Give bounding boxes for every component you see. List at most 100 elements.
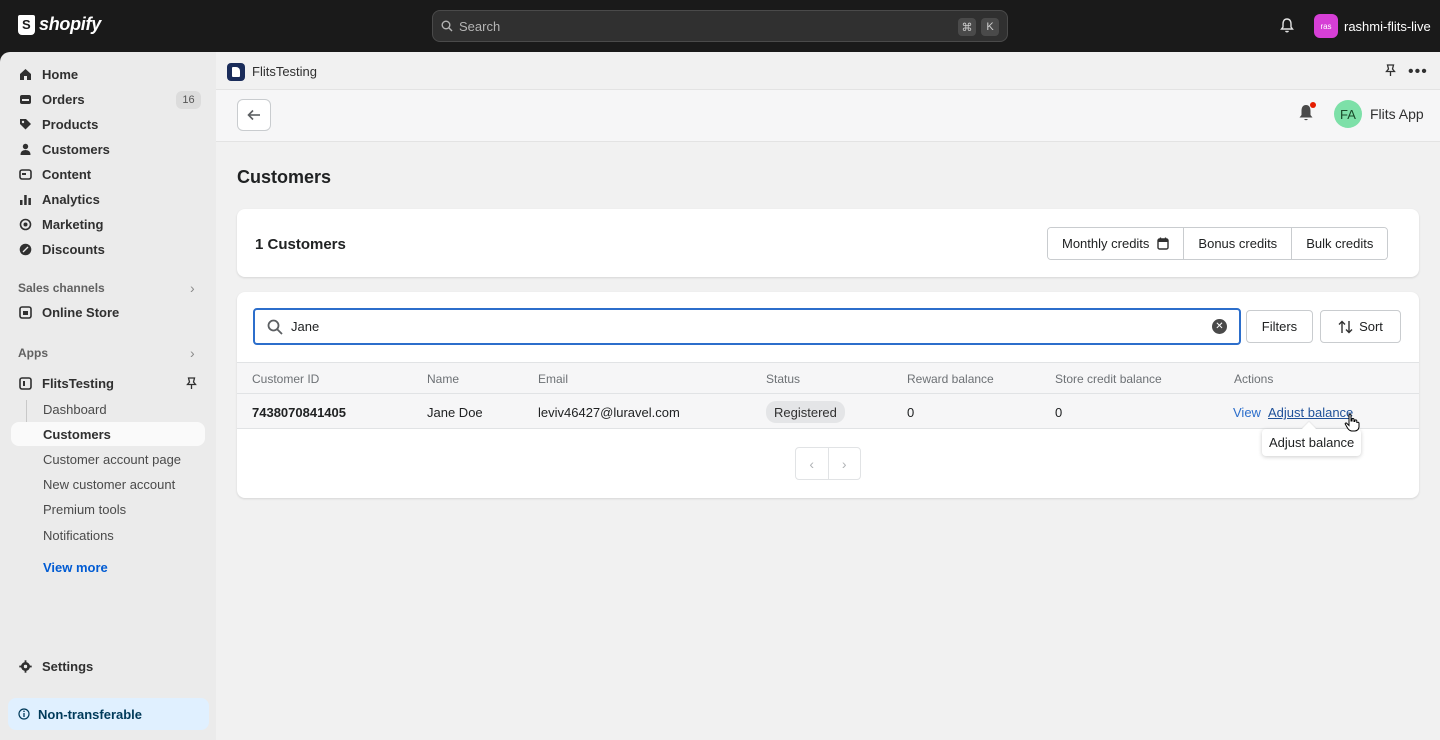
sidebar-item-label: Discounts [42,241,105,257]
store-name: rashmi-flits-live [1344,18,1431,34]
home-icon [18,67,32,81]
app-title-bar: FlitsTesting ••• [216,52,1440,90]
sidebar-item-marketing[interactable]: Marketing [18,213,103,235]
sidebar-item-label: Settings [42,658,94,674]
gear-icon [18,659,32,673]
bulk-credits-button[interactable]: Bulk credits [1292,228,1388,259]
avatar[interactable]: FA [1334,100,1362,128]
column-header-name: Name [427,372,460,386]
pin-icon[interactable] [1385,64,1396,80]
app-user-label[interactable]: Flits App [1370,106,1424,122]
sidebar-item-flitstesting[interactable]: FlitsTesting [18,372,114,394]
notification-dot [1310,102,1316,108]
sales-channels-chevron-icon[interactable]: › [190,280,195,296]
sidebar-subitem-premium-tools[interactable]: Premium tools [43,502,126,517]
sales-channels-heading: Sales channels [18,281,105,295]
non-transferable-banner[interactable]: Non-transferable [8,698,209,730]
sidebar-item-content[interactable]: Content [18,163,91,185]
target-icon [18,217,32,231]
sidebar-item-label: Home [42,66,79,82]
content-icon [18,167,32,181]
person-icon [18,142,32,156]
tag-icon [18,117,32,131]
arrow-left-icon [247,109,260,121]
orders-icon [18,92,32,106]
global-search-input[interactable]: Search ⌘ K [432,10,1008,42]
next-page-chevron-icon[interactable]: › [829,448,861,479]
non-transferable-label: Non-transferable [38,706,143,722]
clear-search-icon[interactable]: ✕ [1212,319,1227,334]
main-content: FlitsTesting ••• FA Flits App Customers … [216,52,1440,740]
app-title: FlitsTesting [252,64,318,79]
store-credit-balance-cell: 0 [1055,405,1063,420]
view-more-link[interactable]: View more [43,560,108,575]
adjust-balance-link[interactable]: Adjust balance [1268,405,1353,420]
top-bar: shopify Search ⌘ K ras rashmi-flits-live [0,0,1440,52]
column-header-status: Status [766,372,801,386]
pagination: ‹ › [795,447,861,480]
column-header-reward-balance: Reward balance [907,372,994,386]
info-icon [18,708,30,720]
customer-search-input[interactable] [291,319,1171,334]
sidebar: Home Orders 16 Products Customers Conten… [0,52,216,740]
sidebar-item-products[interactable]: Products [18,113,98,135]
sort-button[interactable]: Sort [1320,310,1401,343]
monthly-credits-button[interactable]: Monthly credits [1048,228,1185,259]
shopify-bag-icon [18,14,35,35]
more-actions-icon[interactable]: ••• [1408,63,1428,81]
sidebar-item-online-store[interactable]: Online Store [18,301,119,323]
customers-summary-card: 1 Customers Monthly credits Bonus credit… [237,209,1419,277]
filters-button[interactable]: Filters [1246,310,1313,343]
sidebar-subitem-customer-account-page[interactable]: Customer account page [43,452,181,467]
sort-arrows-icon [1338,320,1353,333]
sidebar-item-home[interactable]: Home [18,63,78,85]
search-placeholder: Search [459,18,501,34]
orders-count-badge: 16 [176,91,201,109]
apps-heading: Apps [18,346,48,360]
sidebar-item-label: Online Store [42,304,120,320]
bar-chart-icon [18,192,32,206]
bonus-credits-button[interactable]: Bonus credits [1184,228,1293,259]
column-header-email: Email [538,372,569,386]
column-header-actions: Actions [1234,372,1274,386]
sidebar-item-orders[interactable]: Orders [18,88,85,110]
k-key: K [981,18,999,36]
shopify-logo[interactable]: shopify [18,14,101,35]
store-icon [18,305,32,319]
view-link[interactable]: View [1233,405,1261,420]
store-avatar: ras [1314,14,1338,38]
customer-count: 1 Customers [255,236,346,253]
sidebar-item-customers[interactable]: Customers [18,138,110,160]
notifications-bell-icon[interactable] [1279,17,1295,37]
table-row[interactable]: 7438070841405 Jane Doe leviv46427@lurave… [237,394,1419,429]
sidebar-item-label: Analytics [42,191,100,207]
brand-name: shopify [39,14,101,34]
sidebar-item-label: Orders [42,91,85,107]
flits-app-icon [227,63,245,81]
pin-icon[interactable] [186,377,197,393]
apps-chevron-icon[interactable]: › [190,345,195,361]
store-menu[interactable]: ras rashmi-flits-live [1314,14,1431,38]
customer-id-cell: 7438070841405 [252,405,346,420]
email-cell: leviv46427@luravel.com [538,405,680,420]
previous-page-chevron-icon[interactable]: ‹ [796,448,829,479]
sidebar-subitem-dashboard[interactable]: Dashboard [43,402,107,417]
sidebar-item-settings[interactable]: Settings [18,655,93,677]
credits-button-group: Monthly credits Bonus credits Bulk credi… [1047,227,1389,260]
sidebar-item-label: Marketing [42,216,104,232]
sidebar-item-label: Customers [42,141,110,157]
page-title: Customers [237,167,332,187]
sidebar-item-label: FlitsTesting [42,375,114,391]
sidebar-item-discounts[interactable]: Discounts [18,238,105,260]
sidebar-subitem-notifications[interactable]: Notifications [43,528,114,543]
monthly-credits-label: Monthly credits [1062,236,1150,251]
sidebar-subitem-new-customer-account[interactable]: New customer account [43,477,175,492]
customers-table-card: ✕ Filters Sort Customer ID Name Email St… [237,292,1419,498]
sidebar-item-analytics[interactable]: Analytics [18,188,100,210]
back-button[interactable] [237,99,271,131]
app-header: FA Flits App [216,90,1440,142]
sort-label: Sort [1359,319,1383,334]
status-badge: Registered [766,401,845,423]
sidebar-subitem-customers[interactable]: Customers [43,427,111,442]
customer-search-field[interactable]: ✕ [253,308,1241,345]
